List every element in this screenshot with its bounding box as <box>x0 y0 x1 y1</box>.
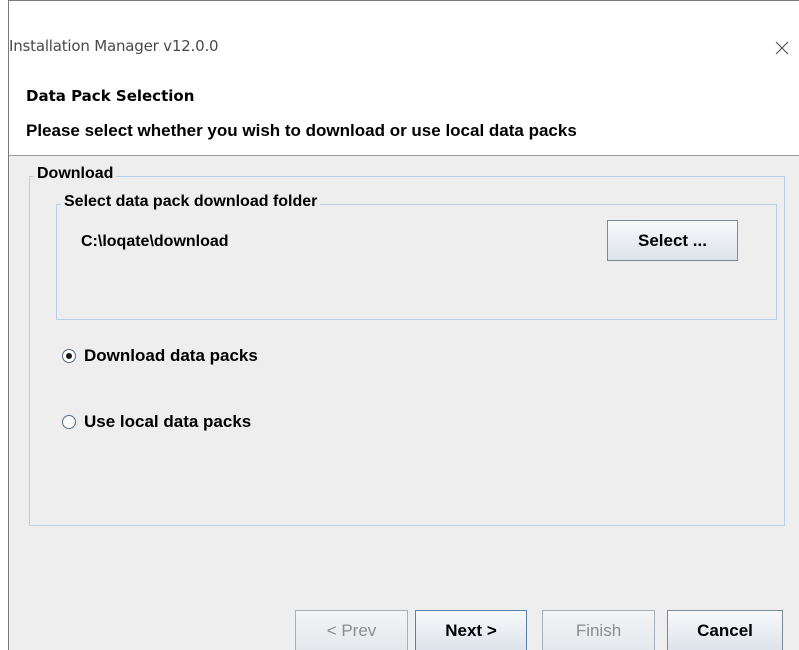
folder-group-label: Select data pack download folder <box>61 193 321 211</box>
window-title: Installation Manager v12.0.0 <box>9 37 219 55</box>
radio-use-local-data-packs[interactable] <box>62 415 76 429</box>
installer-window: Installation Manager v12.0.0 Data Pack S… <box>8 0 799 650</box>
download-data-packs-label: Download data packs <box>84 346 258 365</box>
download-group-label: Download <box>34 165 117 183</box>
download-folder-path: C:\loqate\download <box>81 233 229 250</box>
cancel-button[interactable]: Cancel <box>667 610 783 650</box>
radio-download-data-packs[interactable] <box>62 349 76 363</box>
header-panel: Data Pack Selection Please select whethe… <box>9 73 799 155</box>
finish-button[interactable]: Finish <box>542 610 655 650</box>
page-title: Data Pack Selection <box>26 87 195 105</box>
download-data-packs-option[interactable]: Download data packs <box>62 346 258 366</box>
prev-button[interactable]: < Prev <box>295 610 408 650</box>
select-folder-button[interactable]: Select ... <box>607 220 738 261</box>
use-local-data-packs-label: Use local data packs <box>84 412 252 431</box>
next-button[interactable]: Next > <box>415 610 527 650</box>
title-bar: Installation Manager v12.0.0 <box>9 1 799 73</box>
close-icon <box>775 41 789 55</box>
content-panel: Download Select data pack download folde… <box>9 155 799 650</box>
page-subtitle: Please select whether you wish to downlo… <box>26 121 577 140</box>
use-local-data-packs-option[interactable]: Use local data packs <box>62 412 251 432</box>
close-button[interactable] <box>767 33 797 63</box>
